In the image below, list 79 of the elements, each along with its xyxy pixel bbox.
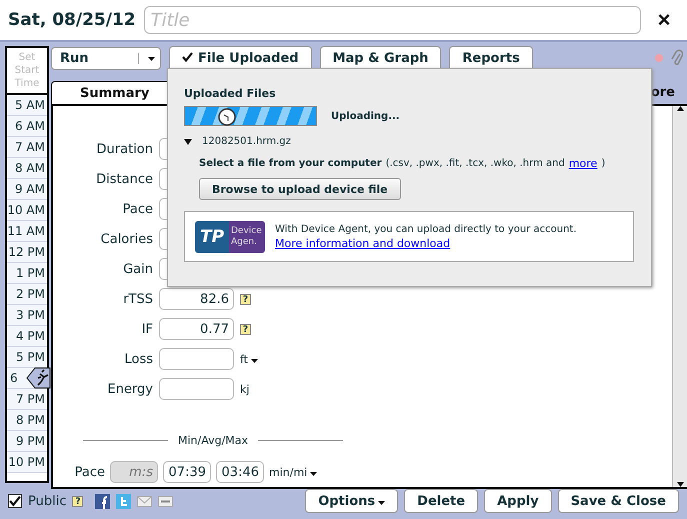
footer-button[interactable]: Save & Close bbox=[558, 489, 679, 513]
facebook-icon[interactable] bbox=[95, 494, 110, 508]
field-label: Pace bbox=[122, 202, 153, 216]
download-link[interactable]: More information and download bbox=[275, 236, 577, 250]
field-label: Pace bbox=[74, 464, 105, 480]
help-icon[interactable]: ? bbox=[240, 324, 251, 334]
value-field[interactable] bbox=[159, 348, 234, 370]
value-field[interactable]: 0.77 bbox=[159, 318, 234, 340]
time-slot[interactable]: 9 PM bbox=[7, 431, 47, 452]
time-slot[interactable]: 1 PM bbox=[7, 263, 47, 284]
help-icon[interactable]: ? bbox=[72, 496, 84, 506]
time-slot[interactable]: 5 PM bbox=[7, 347, 47, 368]
field-label: Loss bbox=[123, 352, 153, 366]
field-label: Energy bbox=[106, 382, 153, 396]
time-slot[interactable]: 10 PM bbox=[7, 452, 47, 473]
field-label: Calories bbox=[100, 232, 153, 246]
time-slot[interactable]: 3 PM bbox=[7, 305, 47, 326]
caret-icon bbox=[310, 472, 318, 476]
sport-select[interactable]: Run bbox=[51, 46, 161, 70]
paren-text: ) bbox=[601, 158, 606, 169]
expand-triangle-icon[interactable] bbox=[184, 138, 192, 144]
field-label: rTSS bbox=[122, 292, 153, 306]
value-field[interactable] bbox=[159, 378, 234, 400]
browse-button[interactable]: Browse to upload device file bbox=[199, 178, 401, 200]
public-label: Public bbox=[28, 494, 66, 508]
upload-status: Uploading... bbox=[331, 110, 400, 122]
more-link[interactable]: more bbox=[568, 157, 598, 170]
unit-label: kj bbox=[240, 382, 250, 396]
unit-label[interactable]: ft bbox=[240, 352, 258, 366]
scrollbar[interactable] bbox=[672, 106, 687, 487]
caret-icon bbox=[251, 358, 258, 362]
mail-icon[interactable] bbox=[137, 494, 152, 508]
footer-button[interactable]: Delete bbox=[404, 489, 478, 513]
field-label: Duration bbox=[96, 142, 153, 156]
tab[interactable]: ore bbox=[646, 81, 687, 104]
select-file-prompt: Select a file from your computer bbox=[199, 158, 382, 169]
public-checkbox[interactable] bbox=[8, 494, 22, 508]
date-title: Sat, 08/25/12 bbox=[8, 10, 136, 30]
caret-icon bbox=[148, 56, 154, 60]
title-field[interactable]: Title bbox=[144, 6, 641, 34]
avg-field[interactable]: 07:39 bbox=[163, 461, 211, 483]
max-field[interactable]: 03:46 bbox=[216, 461, 264, 483]
time-slot[interactable]: 6 AM bbox=[7, 116, 47, 137]
field-label: IF bbox=[140, 322, 153, 336]
runner-marker-icon[interactable] bbox=[25, 367, 51, 389]
toolbar-button[interactable]: Map & Graph bbox=[320, 46, 442, 70]
field-label: Distance bbox=[95, 172, 153, 186]
unit-label[interactable]: min/mi bbox=[269, 466, 318, 478]
time-slot[interactable]: 8 AM bbox=[7, 158, 47, 179]
time-slot[interactable]: 8 PM bbox=[7, 410, 47, 431]
file-name: 12082501.hrm.gz bbox=[202, 136, 291, 147]
time-slot[interactable]: 9 AM bbox=[7, 179, 47, 200]
time-slot[interactable]: 7 AM bbox=[7, 137, 47, 158]
time-slot[interactable]: 4 PM bbox=[7, 326, 47, 347]
time-slot[interactable]: 11 AM bbox=[7, 221, 47, 242]
status-dot-icon bbox=[655, 54, 663, 62]
scroll-down-icon[interactable] bbox=[676, 482, 684, 487]
time-slot[interactable]: 2 PM bbox=[7, 284, 47, 305]
footer-button[interactable]: Options bbox=[305, 489, 398, 513]
link-icon[interactable] bbox=[158, 494, 174, 508]
paperclip-icon[interactable] bbox=[671, 48, 683, 68]
twitter-icon[interactable] bbox=[116, 494, 132, 508]
time-slot[interactable]: 12 PM bbox=[7, 242, 47, 263]
caret-icon bbox=[378, 500, 386, 504]
toolbar-button[interactable]: Reports bbox=[449, 46, 533, 70]
time-slot[interactable]: 10 AM bbox=[7, 200, 47, 221]
scroll-up-icon[interactable] bbox=[676, 106, 684, 111]
field-label: Gain bbox=[122, 262, 153, 276]
time-slot[interactable]: 5 AM bbox=[7, 95, 47, 116]
close-button[interactable]: × bbox=[649, 7, 679, 33]
help-icon[interactable]: ? bbox=[240, 294, 251, 304]
agent-text: With Device Agent, you can upload directly to your account. bbox=[275, 224, 577, 234]
toolbar-button[interactable]: File Uploaded bbox=[169, 46, 312, 70]
time-slot[interactable]: 7 PM bbox=[7, 389, 47, 410]
footer-button[interactable]: Apply bbox=[484, 489, 552, 513]
section-title: Min/Avg/Max bbox=[178, 434, 248, 447]
value-field[interactable]: 82.6 bbox=[159, 288, 234, 310]
popup-title: Uploaded Files bbox=[184, 87, 277, 100]
formats-text: (.csv, .pwx, .fit, .tcx, .wko, .hrm and bbox=[386, 158, 565, 169]
